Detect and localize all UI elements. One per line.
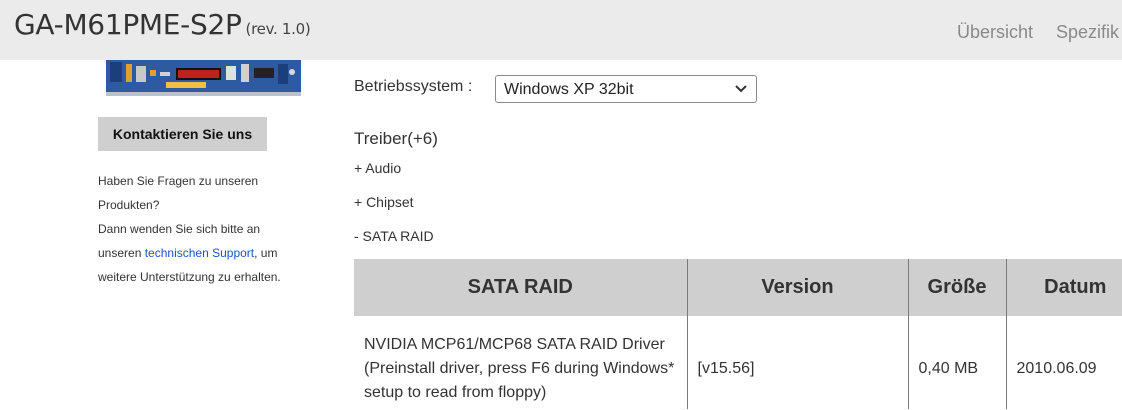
os-label: Betriebssystem :: [354, 78, 473, 95]
driver-name[interactable]: NVIDIA MCP61/MCP68 SATA RAID Driver (Pre…: [354, 316, 688, 409]
column-header-size: Größe: [908, 259, 1007, 316]
table-row[interactable]: NVIDIA MCP61/MCP68 SATA RAID Driver (Pre…: [354, 316, 1122, 409]
os-selected-value: Windows XP 32bit: [504, 81, 634, 98]
contact-us-button[interactable]: Kontaktieren Sie uns: [98, 117, 267, 151]
column-header-date: Datum: [1006, 259, 1122, 316]
driver-date: 2010.06.09: [1016, 360, 1097, 377]
motherboard-image: [106, 60, 301, 96]
model-name: GA-M61PME-S2P: [14, 8, 242, 41]
chevron-down-icon: [735, 85, 747, 93]
category-chipset[interactable]: + Chipset: [354, 194, 414, 210]
revision-label: (rev. 1.0): [245, 20, 311, 38]
column-header-name: SATA RAID: [354, 259, 688, 316]
driver-table: SATA RAID Version Größe Datum NVIDIA MCP…: [354, 259, 1122, 409]
category-audio[interactable]: + Audio: [354, 160, 401, 176]
driver-version: [v15.56]: [687, 316, 909, 409]
driver-size: 0,40 MB: [908, 316, 1007, 409]
nav-specifications[interactable]: Spezifik: [1056, 22, 1119, 43]
table-header-row: SATA RAID Version Größe Datum: [354, 259, 1122, 316]
top-bar: GA-M61PME-S2P (rev. 1.0) Übersicht Spezif…: [0, 0, 1122, 60]
category-sata-raid[interactable]: - SATA RAID: [354, 228, 434, 244]
technical-support-link[interactable]: technischen Support: [145, 246, 254, 260]
help-text: Haben Sie Fragen zu unseren Produkten? D…: [98, 169, 288, 289]
help-text-1: Haben Sie Fragen zu unseren Produkten?: [98, 174, 259, 212]
column-header-version: Version: [687, 259, 909, 316]
os-select[interactable]: Windows XP 32bit: [495, 75, 757, 103]
drivers-heading: Treiber(+6): [354, 129, 438, 148]
nav-overview[interactable]: Übersicht: [957, 22, 1033, 43]
page-title: GA-M61PME-S2P (rev. 1.0): [14, 8, 311, 41]
